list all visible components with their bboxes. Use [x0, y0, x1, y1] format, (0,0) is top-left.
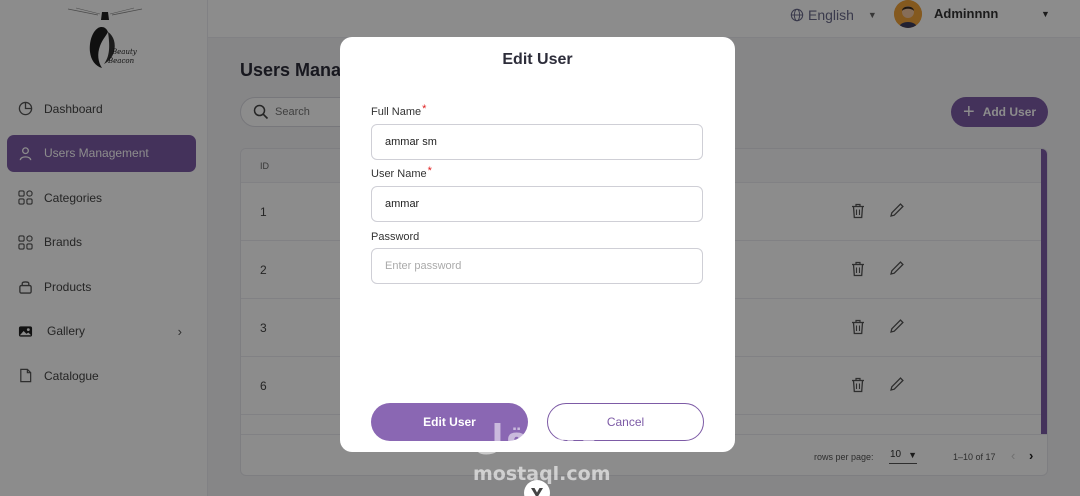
user-name-label-text: User Name	[371, 168, 427, 180]
required-mark: *	[427, 165, 432, 177]
full-name-label: Full Name*	[371, 103, 427, 118]
required-mark: *	[422, 103, 427, 115]
full-name-label-text: Full Name	[371, 106, 422, 118]
password-label: Password	[371, 231, 420, 243]
modal-title: Edit User	[502, 51, 573, 68]
edit-user-modal: Edit User Full Name* User Name* Password…	[340, 37, 735, 452]
full-name-field[interactable]	[371, 124, 703, 160]
user-name-label: User Name*	[371, 165, 432, 180]
user-name-field[interactable]	[371, 186, 703, 222]
password-field[interactable]	[371, 248, 703, 284]
watermark-arabic: مستقل	[474, 418, 599, 458]
